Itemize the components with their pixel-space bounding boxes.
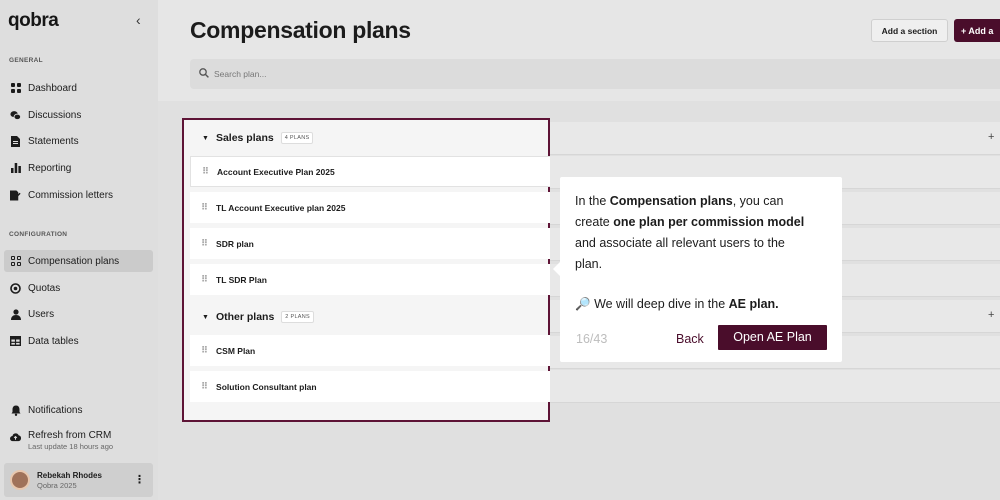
- plan-name: Solution Consultant plan: [216, 381, 317, 392]
- bar-chart-icon: [10, 163, 21, 174]
- chat-bubbles-icon: [10, 110, 21, 121]
- sidebar-item-label: Reporting: [28, 162, 72, 174]
- drag-handle-icon[interactable]: ⠿: [201, 202, 208, 213]
- user-org: Qobra 2025: [37, 480, 77, 490]
- group-name: Other plans: [215, 311, 275, 323]
- sidebar-item-dashboard[interactable]: Dashboard: [4, 77, 153, 99]
- tooltip-arrow: [553, 262, 560, 276]
- cloud-upload-icon: [10, 431, 21, 442]
- signature-icon: [10, 189, 21, 201]
- sidebar-item-label: Dashboard: [28, 82, 77, 94]
- plan-row[interactable]: ⠿ TL Account Executive plan 2025: [190, 192, 550, 223]
- sidebar-item-commission-letters[interactable]: Commission letters: [4, 184, 153, 206]
- plan-count-badge: 2 PLANS: [281, 311, 315, 323]
- general-section-label: GENERAL: [9, 57, 43, 64]
- chevron-left-icon[interactable]: ‹: [136, 12, 141, 28]
- user-card[interactable]: Rebekah Rhodes Qobra 2025 ⋮: [4, 463, 153, 497]
- add-plan-to-group-icon[interactable]: +: [988, 309, 994, 321]
- plan-name: CSM Plan: [216, 345, 256, 356]
- tooltip-line: create one plan per commission model: [575, 215, 805, 229]
- plan-name: SDR plan: [216, 238, 254, 249]
- plan-row[interactable]: ⠿ SDR plan: [190, 228, 550, 259]
- sidebar-item-statements[interactable]: Statements: [4, 130, 153, 152]
- open-ae-plan-button[interactable]: Open AE Plan: [718, 325, 827, 350]
- tooltip-line: plan.: [575, 257, 603, 271]
- qobra-logo[interactable]: qobra: [8, 10, 59, 32]
- tooltip-line: and associate all relevant users to the: [575, 236, 785, 250]
- onboarding-tooltip: In the Compensation plans, you can creat…: [560, 177, 842, 362]
- sidebar-item-label: Data tables: [28, 335, 79, 347]
- drag-handle-icon[interactable]: ⠿: [201, 345, 208, 356]
- sidebar-item-label: Notifications: [28, 404, 83, 416]
- group-name: Sales plans: [215, 132, 274, 144]
- search-input[interactable]: Search plan...: [190, 59, 1000, 89]
- user-icon: [10, 308, 21, 320]
- sidebar-item-label: Quotas: [28, 282, 61, 294]
- sidebar-item-refresh-crm[interactable]: Refresh from CRM Last update 18 hours ag…: [4, 428, 153, 456]
- plans-grid-icon: [10, 255, 21, 267]
- sidebar-item-label: Users: [28, 308, 55, 320]
- plan-count-badge: 4 PLANS: [280, 132, 314, 144]
- user-name: Rebekah Rhodes: [37, 470, 102, 480]
- plan-row[interactable]: ⠿ Account Executive Plan 2025: [190, 156, 550, 187]
- sidebar-item-data-tables[interactable]: Data tables: [4, 330, 153, 352]
- add-plan-button[interactable]: + Add a: [954, 19, 1000, 42]
- refresh-crm-label: Refresh from CRM: [28, 430, 112, 441]
- onboarding-highlight: ▼ Sales plans 4 PLANS ⠿ Account Executiv…: [182, 118, 550, 422]
- plan-row[interactable]: ⠿ TL SDR Plan: [190, 264, 550, 295]
- group-header-other-plans[interactable]: ▼ Other plans 2 PLANS: [202, 311, 315, 323]
- drag-handle-icon[interactable]: ⠿: [201, 381, 208, 392]
- configuration-section-label: CONFIGURATION: [9, 231, 68, 238]
- sidebar-item-label: Commission letters: [28, 189, 114, 201]
- dashboard-grid-icon: [10, 82, 21, 94]
- search-placeholder: Search plan...: [214, 69, 267, 79]
- tooltip-deep-dive: 🔎 We will deep dive in the AE plan.: [575, 297, 779, 311]
- search-icon: [199, 67, 209, 81]
- drag-handle-icon[interactable]: ⠿: [201, 274, 208, 285]
- sidebar-item-discussions[interactable]: Discussions: [4, 104, 153, 126]
- caret-down-icon: ▼: [202, 313, 209, 321]
- plan-row[interactable]: ⠿ Solution Consultant plan: [190, 371, 550, 402]
- sidebar-item-label: Discussions: [28, 109, 82, 121]
- avatar: [10, 470, 30, 490]
- sidebar-item-label: Statements: [28, 135, 79, 147]
- drag-handle-icon[interactable]: ⠿: [201, 238, 208, 249]
- back-button[interactable]: Back: [676, 329, 704, 350]
- magnifier-icon: 🔎: [575, 297, 591, 311]
- sidebar: qobra ‹ GENERAL Dashboard Discussions St…: [0, 0, 158, 500]
- page-title: Compensation plans: [190, 17, 411, 43]
- sidebar-item-notifications[interactable]: Notifications: [4, 399, 153, 421]
- sidebar-item-compensation-plans[interactable]: Compensation plans: [4, 250, 153, 272]
- kebab-menu-icon[interactable]: ⋮: [134, 473, 145, 486]
- plan-row[interactable]: ⠿ CSM Plan: [190, 335, 550, 366]
- add-plan-to-group-icon[interactable]: +: [988, 131, 994, 143]
- document-icon: [10, 135, 21, 147]
- step-counter: 16/43: [576, 332, 608, 346]
- drag-handle-icon[interactable]: ⠿: [202, 166, 209, 177]
- target-icon: [10, 282, 21, 294]
- sidebar-item-reporting[interactable]: Reporting: [4, 157, 153, 179]
- sidebar-item-quotas[interactable]: Quotas: [4, 277, 153, 299]
- plan-name: TL Account Executive plan 2025: [216, 202, 346, 213]
- table-icon: [10, 336, 21, 347]
- sidebar-item-label: Compensation plans: [28, 255, 120, 267]
- caret-down-icon: ▼: [202, 134, 209, 142]
- last-update-text: Last update 18 hours ago: [28, 442, 114, 451]
- bell-icon: [10, 405, 21, 416]
- plan-name: TL SDR Plan: [216, 274, 267, 285]
- sidebar-item-users[interactable]: Users: [4, 303, 153, 325]
- group-header-sales-plans[interactable]: ▼ Sales plans 4 PLANS: [202, 132, 314, 144]
- plan-name: Account Executive Plan 2025: [217, 166, 335, 177]
- add-section-button[interactable]: Add a section: [871, 19, 948, 42]
- tooltip-line: In the Compensation plans, you can: [575, 194, 784, 208]
